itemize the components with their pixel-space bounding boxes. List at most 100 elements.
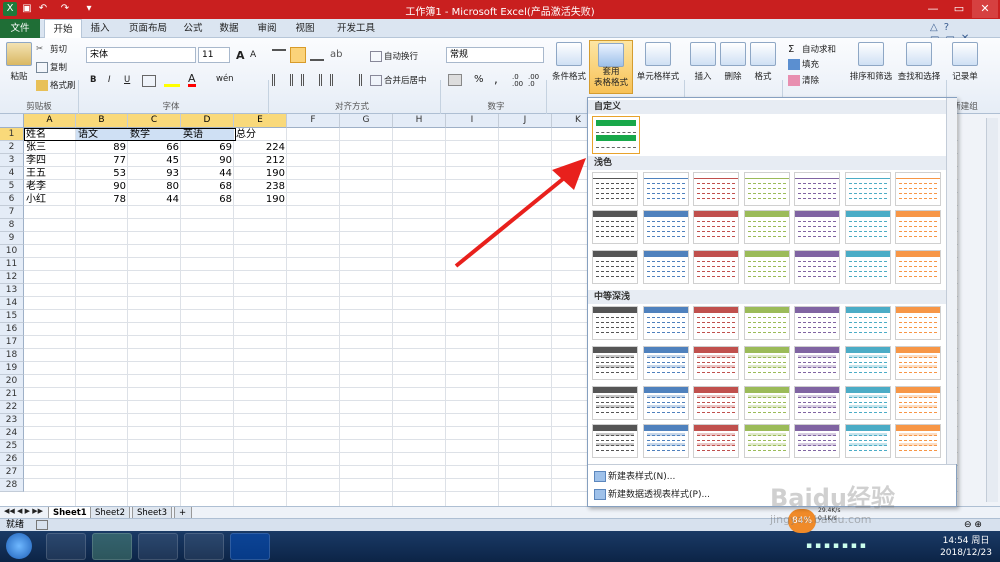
row-header[interactable]: 3 [0, 154, 24, 167]
table-style-swatch[interactable] [794, 346, 840, 380]
close-icon[interactable]: ✕ [972, 0, 998, 18]
sheet-nav-icons[interactable]: ◀◀ ◀ ▶ ▶▶ [4, 507, 43, 515]
table-style-swatch[interactable] [642, 250, 689, 284]
cut-button[interactable]: ✂ 剪切 [36, 43, 67, 55]
column-header[interactable]: B [76, 114, 128, 128]
taskbar-photoshop-icon[interactable] [230, 533, 270, 560]
paste-button[interactable]: 粘贴 [6, 42, 32, 82]
table-style-swatch[interactable] [642, 386, 689, 420]
cell[interactable]: 老李 [24, 180, 76, 193]
table-style-swatch[interactable] [693, 306, 739, 340]
table-style-swatch[interactable] [592, 424, 638, 458]
decrease-indent-icon[interactable] [330, 74, 344, 86]
cell[interactable]: 212 [234, 154, 287, 167]
fill-button[interactable]: 填充 [788, 58, 819, 70]
table-style-swatch[interactable] [642, 306, 689, 340]
cell[interactable]: 53 [76, 167, 128, 180]
row-header[interactable]: 27 [0, 466, 24, 479]
cell-styles-button[interactable]: 单元格样式 [634, 42, 682, 82]
table-style-swatch[interactable] [794, 250, 840, 284]
row-header[interactable]: 22 [0, 401, 24, 414]
merge-center-button[interactable]: 合并后居中 [370, 74, 427, 86]
row-header[interactable]: 16 [0, 323, 24, 336]
row-header[interactable]: 17 [0, 336, 24, 349]
autosum-button[interactable]: Σ 自动求和 [788, 43, 836, 55]
restore-icon[interactable]: ▭ [946, 0, 972, 18]
shrink-font-button[interactable]: A [250, 50, 256, 60]
column-header[interactable]: H [393, 114, 446, 128]
row-header[interactable]: 10 [0, 245, 24, 258]
increase-decimal-icon[interactable]: .0.00 [512, 74, 523, 88]
row-header[interactable]: 19 [0, 362, 24, 375]
taskbar-excel-icon[interactable] [92, 533, 132, 560]
table-style-swatch[interactable] [743, 250, 790, 284]
table-style-swatch[interactable] [592, 250, 638, 284]
cell[interactable]: 数学 [128, 128, 181, 141]
currency-icon[interactable] [448, 74, 462, 86]
phonetic-icon[interactable]: wén [216, 74, 234, 84]
table-style-swatch[interactable] [895, 250, 941, 284]
copy-button[interactable]: 复制 [36, 61, 67, 73]
table-style-gallery[interactable]: 自定义 浅色 中等深浅 新建表样式(N)... 新建数据透视表样式(P)... [587, 97, 957, 507]
record-form-button[interactable]: 记录单 [950, 42, 980, 82]
cell[interactable]: 姓名 [24, 128, 76, 141]
clear-button[interactable]: 清除 [788, 74, 819, 86]
row-header[interactable]: 4 [0, 167, 24, 180]
row-header[interactable]: 18 [0, 349, 24, 362]
cell[interactable]: 小红 [24, 193, 76, 206]
cell[interactable]: 总分 [234, 128, 287, 141]
tab-data[interactable]: 数据 [214, 19, 244, 38]
table-style-swatch[interactable] [642, 346, 689, 380]
vertical-scrollbar[interactable] [986, 118, 998, 502]
column-header[interactable]: C [128, 114, 181, 128]
align-left-icon[interactable] [272, 74, 286, 86]
row-header[interactable]: 12 [0, 271, 24, 284]
table-style-swatch[interactable] [592, 306, 638, 340]
cell[interactable]: 69 [181, 141, 234, 154]
sort-filter-button[interactable]: 排序和筛选 [848, 42, 894, 82]
cell[interactable]: 李四 [24, 154, 76, 167]
row-header[interactable]: 21 [0, 388, 24, 401]
cell[interactable]: 77 [76, 154, 128, 167]
row-header[interactable]: 14 [0, 297, 24, 310]
tab-developer[interactable]: 开发工具 [330, 19, 382, 38]
cell[interactable]: 45 [128, 154, 181, 167]
percent-button[interactable]: % [474, 74, 484, 85]
decrease-decimal-icon[interactable]: .00.0 [528, 74, 539, 88]
row-header[interactable]: 6 [0, 193, 24, 206]
new-pivot-style-item[interactable]: 新建数据透视表样式(P)... [594, 487, 710, 500]
row-header[interactable]: 28 [0, 479, 24, 492]
align-right-icon[interactable] [308, 74, 322, 86]
column-header[interactable]: A [24, 114, 76, 128]
table-style-swatch[interactable] [794, 424, 840, 458]
zoom-controls[interactable]: ⊖ ⊕ [964, 519, 982, 531]
font-size-select[interactable]: 11 [198, 47, 230, 63]
row-header[interactable]: 20 [0, 375, 24, 388]
tab-file[interactable]: 文件 [0, 19, 40, 38]
table-style-swatch[interactable] [592, 386, 638, 420]
comma-button[interactable]: , [494, 72, 498, 86]
table-style-swatch[interactable] [743, 386, 790, 420]
cell[interactable]: 89 [76, 141, 128, 154]
row-header[interactable]: 9 [0, 232, 24, 245]
taskbar-app-kk-icon[interactable] [46, 533, 86, 560]
conditional-formatting-button[interactable]: 条件格式 [550, 42, 588, 82]
cell[interactable]: 80 [128, 180, 181, 193]
table-style-swatch[interactable] [895, 424, 941, 458]
taskbar-app-icon[interactable] [138, 533, 178, 560]
row-header[interactable]: 15 [0, 310, 24, 323]
table-style-swatch[interactable] [844, 210, 891, 244]
row-header[interactable]: 23 [0, 414, 24, 427]
bold-button[interactable]: B [90, 75, 96, 85]
format-as-table-button[interactable]: 套用 表格格式 [589, 40, 633, 94]
table-style-swatch[interactable] [844, 306, 891, 340]
cell[interactable]: 44 [181, 167, 234, 180]
cell[interactable]: 68 [181, 180, 234, 193]
row-header[interactable]: 24 [0, 427, 24, 440]
table-style-swatch[interactable] [743, 306, 790, 340]
tab-page-layout[interactable]: 页面布局 [122, 19, 174, 38]
table-style-swatch[interactable] [844, 424, 891, 458]
table-style-swatch[interactable] [794, 306, 840, 340]
row-header[interactable]: 11 [0, 258, 24, 271]
row-header[interactable]: 5 [0, 180, 24, 193]
